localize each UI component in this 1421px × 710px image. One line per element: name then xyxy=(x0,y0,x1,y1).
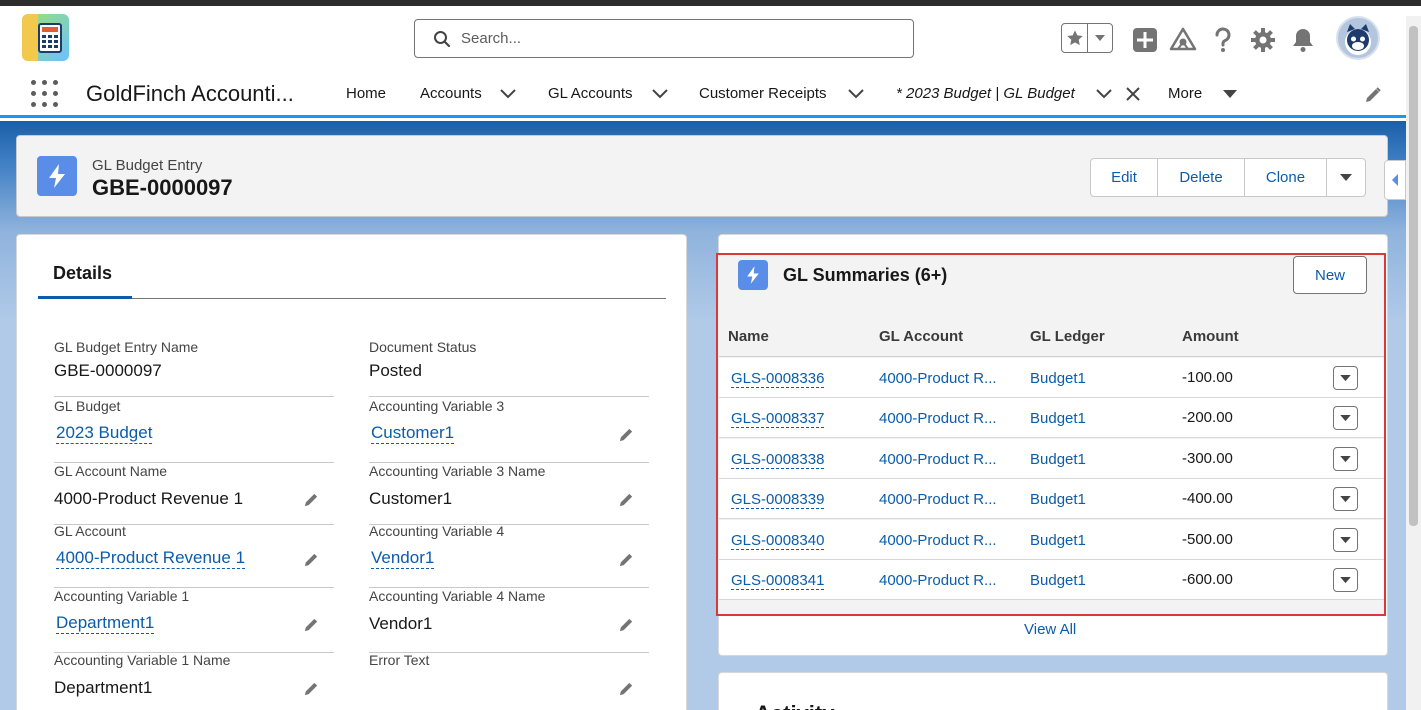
nav-item-gl-accounts[interactable]: GL Accounts xyxy=(548,85,633,102)
chevron-down-icon[interactable] xyxy=(499,87,517,101)
app-navigation-bar: GoldFinch Accounti... Home Accounts GL A… xyxy=(0,72,1421,118)
edit-pencil-icon[interactable] xyxy=(303,491,320,511)
caret-down-icon[interactable] xyxy=(1221,87,1239,101)
star-icon[interactable] xyxy=(1062,24,1087,52)
field-label: Accounting Variable 4 xyxy=(369,523,505,539)
field-label: Document Status xyxy=(369,339,477,355)
user-avatar[interactable] xyxy=(1336,16,1380,60)
field-label: GL Budget xyxy=(54,398,121,414)
app-name: GoldFinch Accounti... xyxy=(86,81,294,106)
field-label: Accounting Variable 1 xyxy=(54,588,190,604)
lightning-icon xyxy=(37,156,77,196)
nav-item-customer-receipts[interactable]: Customer Receipts xyxy=(699,85,827,102)
side-panel-toggle[interactable] xyxy=(1384,160,1406,200)
field-gl-budget: GL Budget 2023 Budget xyxy=(54,398,334,463)
edit-pencil-icon[interactable] xyxy=(618,616,635,636)
field-value: 4000-Product Revenue 1 xyxy=(54,489,244,508)
record-highlights-panel: GL Budget Entry GBE-0000097 Edit Delete … xyxy=(16,135,1388,217)
nav-item-home[interactable]: Home xyxy=(346,85,386,102)
field-value: Department1 xyxy=(54,678,153,697)
chevron-down-icon[interactable] xyxy=(847,87,865,101)
nav-tab-2023-budget[interactable]: * 2023 Budget | GL Budget xyxy=(896,85,1075,102)
edit-pencil-icon[interactable] xyxy=(303,616,320,636)
edit-button[interactable]: Edit xyxy=(1091,159,1158,196)
gl-budget-link[interactable]: 2023 Budget xyxy=(56,424,153,444)
tab-active-indicator xyxy=(38,296,132,299)
field-value: Posted xyxy=(369,361,422,380)
more-actions-button[interactable] xyxy=(1327,159,1365,196)
field-gl-account: GL Account 4000-Product Revenue 1 xyxy=(54,523,334,588)
clone-button[interactable]: Clone xyxy=(1245,159,1327,196)
notification-bell-icon[interactable] xyxy=(1289,26,1317,54)
field-accounting-variable-3-name: Accounting Variable 3 Name Customer1 xyxy=(369,463,649,525)
edit-pencil-icon[interactable] xyxy=(618,680,635,700)
field-accounting-variable-3: Accounting Variable 3 Customer1 xyxy=(369,398,649,463)
chevron-down-icon[interactable] xyxy=(1087,24,1112,52)
page-scrollbar[interactable] xyxy=(1406,16,1421,710)
field-value: Customer1 xyxy=(369,489,453,508)
gear-icon[interactable] xyxy=(1249,26,1277,54)
edit-pencil-icon[interactable] xyxy=(618,426,635,446)
activity-card: Activity xyxy=(718,672,1388,710)
vendor-link[interactable]: Vendor1 xyxy=(371,549,435,569)
field-label: GL Account Name xyxy=(54,463,168,479)
edit-pencil-icon[interactable] xyxy=(303,551,320,571)
app-launcher-icon[interactable] xyxy=(31,80,59,108)
field-label: Accounting Variable 3 xyxy=(369,398,505,414)
search-input[interactable] xyxy=(461,30,881,47)
nav-item-more[interactable]: More xyxy=(1168,85,1202,102)
field-label: GL Budget Entry Name xyxy=(54,339,199,355)
field-accounting-variable-4-name: Accounting Variable 4 Name Vendor1 xyxy=(369,588,649,653)
field-accounting-variable-4: Accounting Variable 4 Vendor1 xyxy=(369,523,649,588)
field-document-status: Document Status Posted xyxy=(369,339,649,397)
activity-title: Activity xyxy=(755,701,834,710)
search-icon xyxy=(434,30,451,47)
gl-account-link[interactable]: 4000-Product Revenue 1 xyxy=(56,549,246,569)
field-label: Accounting Variable 3 Name xyxy=(369,463,546,479)
highlight-annotation-box xyxy=(716,253,1386,616)
caret-down-icon xyxy=(1340,173,1352,181)
field-accounting-variable-1-name: Accounting Variable 1 Name Department1 xyxy=(54,652,334,710)
field-label: GL Account xyxy=(54,523,126,539)
add-icon[interactable] xyxy=(1131,26,1159,54)
department-link[interactable]: Department1 xyxy=(56,614,155,634)
view-all-link[interactable]: View All xyxy=(1024,621,1076,638)
chevron-down-icon[interactable] xyxy=(651,87,669,101)
delete-button[interactable]: Delete xyxy=(1158,159,1245,196)
favorites-group xyxy=(1061,23,1113,53)
field-gl-budget-entry-name: GL Budget Entry Name GBE-0000097 xyxy=(54,339,334,397)
close-icon[interactable] xyxy=(1124,87,1142,101)
details-card: Details GL Budget Entry Name GBE-0000097… xyxy=(16,234,687,710)
record-title: GBE-0000097 xyxy=(92,175,233,200)
help-icon[interactable] xyxy=(1209,26,1237,54)
chevron-down-icon[interactable] xyxy=(1095,87,1113,101)
edit-nav-pencil-icon[interactable] xyxy=(1364,86,1382,107)
edit-pencil-icon[interactable] xyxy=(303,680,320,700)
global-search[interactable] xyxy=(414,19,914,58)
trailhead-icon[interactable] xyxy=(1169,26,1197,54)
field-accounting-variable-1: Accounting Variable 1 Department1 xyxy=(54,588,334,653)
record-actions: Edit Delete Clone xyxy=(1090,158,1366,197)
tab-details[interactable]: Details xyxy=(53,263,112,284)
edit-pencil-icon[interactable] xyxy=(618,491,635,511)
field-label: Accounting Variable 1 Name xyxy=(54,652,231,668)
field-label: Accounting Variable 4 Name xyxy=(369,588,546,604)
field-label: Error Text xyxy=(369,652,430,668)
field-value: GBE-0000097 xyxy=(54,361,162,380)
edit-pencil-icon[interactable] xyxy=(618,551,635,571)
tab-divider xyxy=(38,298,666,299)
chevron-left-icon xyxy=(1392,174,1398,186)
field-value: Vendor1 xyxy=(369,614,433,633)
field-error-text: Error Text xyxy=(369,652,649,710)
record-type-label: GL Budget Entry xyxy=(92,157,203,174)
field-gl-account-name: GL Account Name 4000-Product Revenue 1 xyxy=(54,463,334,525)
scrollbar-thumb[interactable] xyxy=(1409,26,1418,526)
nav-item-accounts[interactable]: Accounts xyxy=(420,85,482,102)
app-logo[interactable] xyxy=(22,14,69,61)
customer-link[interactable]: Customer1 xyxy=(371,424,455,444)
global-header xyxy=(0,6,1421,72)
